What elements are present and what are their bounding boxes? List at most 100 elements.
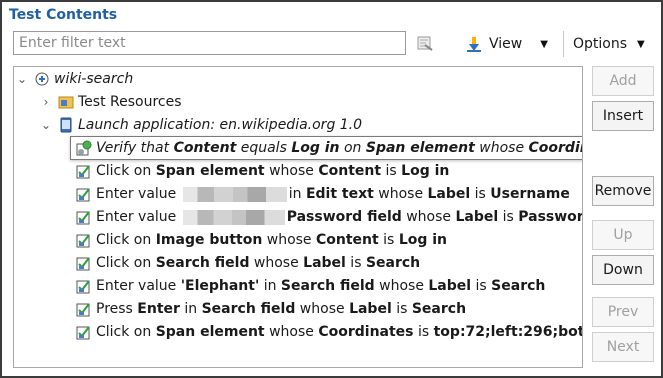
step-keyword: Search (491, 278, 546, 294)
step-icon (76, 211, 90, 225)
tree-node-label: Test Resources (78, 94, 182, 110)
step-phrase: in (288, 186, 306, 202)
step-row[interactable]: Click on Span element whose Coordinates … (76, 321, 582, 343)
step-phrase: Press (96, 301, 138, 317)
step-phrase: is (378, 232, 399, 248)
step-phrase: whose (264, 163, 319, 179)
step-row[interactable]: Click on Span element whose Content is L… (76, 160, 449, 182)
step-phrase: is (498, 209, 519, 225)
step-keyword: Log in (401, 163, 450, 179)
step-row[interactable]: Click on Image button whose Content is L… (76, 229, 447, 251)
remove-button[interactable]: Remove (592, 176, 654, 206)
step-keyword: Password (518, 209, 582, 225)
options-menu-button[interactable]: Options ▼ (573, 33, 645, 55)
step-row[interactable]: Click on Search field whose Label is Sea… (76, 252, 420, 274)
panel-title: Test Contents (9, 7, 118, 23)
step-keyword: Label (428, 278, 472, 294)
filter-input[interactable] (13, 31, 406, 55)
chevron-down-icon: ▼ (540, 38, 548, 50)
step-phrase: Verify that (96, 140, 174, 156)
step-phrase: whose (262, 232, 316, 248)
tree-node-label: wiki-search (54, 71, 134, 87)
view-menu-button[interactable]: View ▼ (465, 33, 548, 55)
step-phrase: Enter value (96, 186, 181, 202)
step-phrase: Click on (96, 232, 156, 248)
step-text: Click on Image button whose Content is L… (96, 232, 447, 248)
prev-button[interactable]: Prev (592, 297, 654, 327)
insert-button[interactable]: Insert (592, 101, 654, 131)
up-button[interactable]: Up (592, 220, 654, 250)
step-text: Enter value 'Elephant' in Search field w… (96, 278, 545, 294)
step-phrase: equals (236, 140, 292, 156)
step-keyword: Enter (137, 301, 180, 317)
step-keyword: Label (455, 209, 499, 225)
step-phrase: whose (295, 301, 350, 317)
launch-icon (60, 117, 72, 133)
tree-node-resources[interactable]: › Test Resources (40, 91, 182, 113)
project-icon (35, 72, 49, 86)
step-phrase: whose (474, 140, 529, 156)
step-phrase: in (179, 301, 202, 317)
step-phrase: Click on (96, 163, 156, 179)
step-keyword: Search (411, 301, 467, 317)
tree-node-root[interactable]: ⌄ wiki-search (16, 68, 133, 90)
step-text: Click on Span element whose Content is L… (96, 163, 449, 179)
add-button[interactable]: Add (592, 66, 654, 96)
step-row[interactable]: Enter value 'Elephant' in Search field w… (76, 275, 545, 297)
step-icon (76, 165, 90, 179)
collapse-icon[interactable]: ⌄ (40, 118, 52, 132)
folder-icon (58, 96, 74, 109)
step-keyword: Span element (155, 163, 265, 179)
next-button[interactable]: Next (592, 332, 654, 362)
step-row[interactable]: Verify that Content equals Log in on Spa… (76, 137, 582, 159)
down-button[interactable]: Down (592, 255, 654, 285)
chevron-down-icon: ▼ (637, 38, 645, 50)
step-keyword: Log in (291, 140, 340, 156)
tree-node-launch[interactable]: ⌄ Launch application: en.wikipedia.org 1… (40, 114, 362, 136)
step-text: Press Enter in Search field whose Label … (96, 301, 466, 317)
step-keyword: Search field (280, 278, 375, 294)
clear-filter-icon[interactable] (416, 34, 434, 52)
step-keyword: Search field (155, 255, 250, 271)
verify-icon (76, 140, 92, 156)
step-keyword: Coordinates (528, 140, 582, 156)
step-keyword: Search (365, 255, 421, 271)
step-keyword: Label (427, 186, 471, 202)
step-keyword: Log in (398, 232, 448, 248)
step-phrase: is (413, 324, 434, 340)
step-keyword: Content (318, 163, 382, 179)
step-phrase: Enter value (96, 209, 181, 225)
step-text: Enter value Password field whose Label i… (96, 209, 582, 225)
step-row[interactable]: Enter value Password field whose Label i… (76, 206, 582, 228)
step-phrase: is (345, 255, 366, 271)
step-keyword: Content (173, 140, 237, 156)
step-phrase: in (259, 278, 281, 294)
step-keyword: Span element (155, 324, 265, 340)
step-keyword: Search field (201, 301, 296, 317)
step-text: Click on Span element whose Coordinates … (96, 324, 582, 340)
step-row[interactable]: Enter value in Edit text whose Label is … (76, 183, 570, 205)
expand-icon[interactable]: › (40, 95, 52, 109)
step-keyword: Span element (365, 140, 475, 156)
step-phrase: is (391, 301, 412, 317)
toolbar-divider (563, 31, 564, 57)
step-row[interactable]: Press Enter in Search field whose Label … (76, 298, 466, 320)
step-icon (76, 257, 90, 271)
step-phrase: whose (401, 209, 456, 225)
view-icon (467, 37, 481, 52)
step-keyword: top:72;left:296;bottom:90 (433, 324, 582, 340)
step-phrase: is (381, 163, 402, 179)
step-keyword: Username (490, 186, 570, 202)
step-icon (76, 280, 90, 294)
collapse-icon[interactable]: ⌄ (16, 72, 28, 86)
step-phrase: Click on (96, 255, 156, 271)
step-keyword: Coordinates (318, 324, 414, 340)
step-keyword: Content (316, 232, 379, 248)
step-icon (76, 303, 90, 317)
test-tree[interactable]: ⌄ wiki-search › Test Resources ⌄ Launch … (13, 66, 583, 368)
step-keyword: 'Elephant' (180, 278, 260, 294)
step-keyword: Edit text (305, 186, 374, 202)
tree-node-label: Launch application: en.wikipedia.org 1.0 (78, 117, 363, 133)
step-phrase: Enter value (96, 278, 181, 294)
step-phrase: Click on (96, 324, 156, 340)
